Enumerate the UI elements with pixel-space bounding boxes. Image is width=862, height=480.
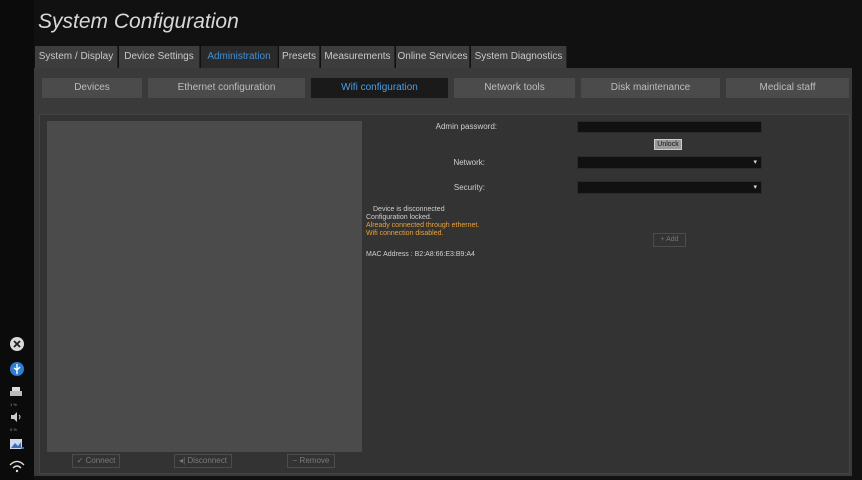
admin-password-input[interactable] xyxy=(577,121,762,133)
subtab-wifi-configuration[interactable]: Wifi configuration xyxy=(311,78,448,98)
system-status-strip xyxy=(0,0,34,480)
status-locked: Configuration locked. xyxy=(366,214,432,221)
remove-button[interactable]: − Remove xyxy=(287,454,335,468)
printer-percent: 1 % xyxy=(10,402,17,407)
tab-system-display[interactable]: System / Display xyxy=(35,46,118,68)
subtab-devices[interactable]: Devices xyxy=(42,78,142,98)
disconnect-label: Disconnect xyxy=(187,456,227,465)
subtab-network-tools[interactable]: Network tools xyxy=(454,78,575,98)
tab-system-diagnostics[interactable]: System Diagnostics xyxy=(471,46,567,68)
remove-label: Remove xyxy=(299,456,330,465)
mac-address: MAC Address : B2:A8:66:E3:B9:A4 xyxy=(366,251,475,258)
chevron-down-icon: ▾ xyxy=(753,184,757,191)
network-select[interactable]: ▾ xyxy=(577,156,762,169)
security-label: Security: xyxy=(453,183,485,192)
tab-measurements[interactable]: Measurements xyxy=(321,46,395,68)
plus-icon: + xyxy=(660,236,665,243)
tab-presets[interactable]: Presets xyxy=(279,46,320,68)
tab-online-services[interactable]: Online Services xyxy=(396,46,470,68)
status-disconnected: Device is disconnected xyxy=(373,206,445,213)
unlock-button[interactable]: Unlock xyxy=(654,139,682,150)
status-ethernet-warning: Already connected through ethernet. xyxy=(366,222,480,229)
page-title: System Configuration xyxy=(38,10,239,33)
wifi-icon[interactable] xyxy=(9,459,25,475)
wifi-network-list[interactable] xyxy=(47,121,362,452)
printer-status[interactable]: 1 % xyxy=(10,384,30,407)
network-disconnected-icon[interactable] xyxy=(9,336,25,352)
security-select[interactable]: ▾ xyxy=(577,181,762,194)
status-wifi-disabled: Wifi connection disabled. xyxy=(366,230,444,237)
image-export-icon[interactable] xyxy=(9,436,25,452)
connect-button[interactable]: ✓ Connect xyxy=(72,454,120,468)
tab-administration[interactable]: Administration xyxy=(201,46,278,68)
add-button[interactable]: + Add xyxy=(653,233,686,247)
add-label: Add xyxy=(666,236,679,243)
printer-icon xyxy=(10,387,22,396)
disconnect-button[interactable]: ◂| Disconnect xyxy=(174,454,232,468)
subtab-medical-staff[interactable]: Medical staff xyxy=(726,78,849,98)
volume-status[interactable]: 0 % xyxy=(10,409,30,432)
minus-icon: − xyxy=(292,456,298,465)
volume-percent: 0 % xyxy=(10,427,17,432)
network-label: Network: xyxy=(453,158,485,167)
subtab-ethernet-configuration[interactable]: Ethernet configuration xyxy=(148,78,305,98)
connection-status: Device is disconnected Configuration loc… xyxy=(366,206,479,238)
connect-label: Connect xyxy=(85,456,116,465)
admin-password-label: Admin password: xyxy=(435,122,497,131)
tab-device-settings[interactable]: Device Settings xyxy=(119,46,200,68)
subtab-disk-maintenance[interactable]: Disk maintenance xyxy=(581,78,720,98)
disconnect-icon: ◂| xyxy=(179,456,186,465)
check-icon: ✓ xyxy=(76,456,84,465)
chevron-down-icon: ▾ xyxy=(753,159,757,166)
usb-icon[interactable] xyxy=(9,361,25,377)
speaker-icon xyxy=(11,412,21,422)
